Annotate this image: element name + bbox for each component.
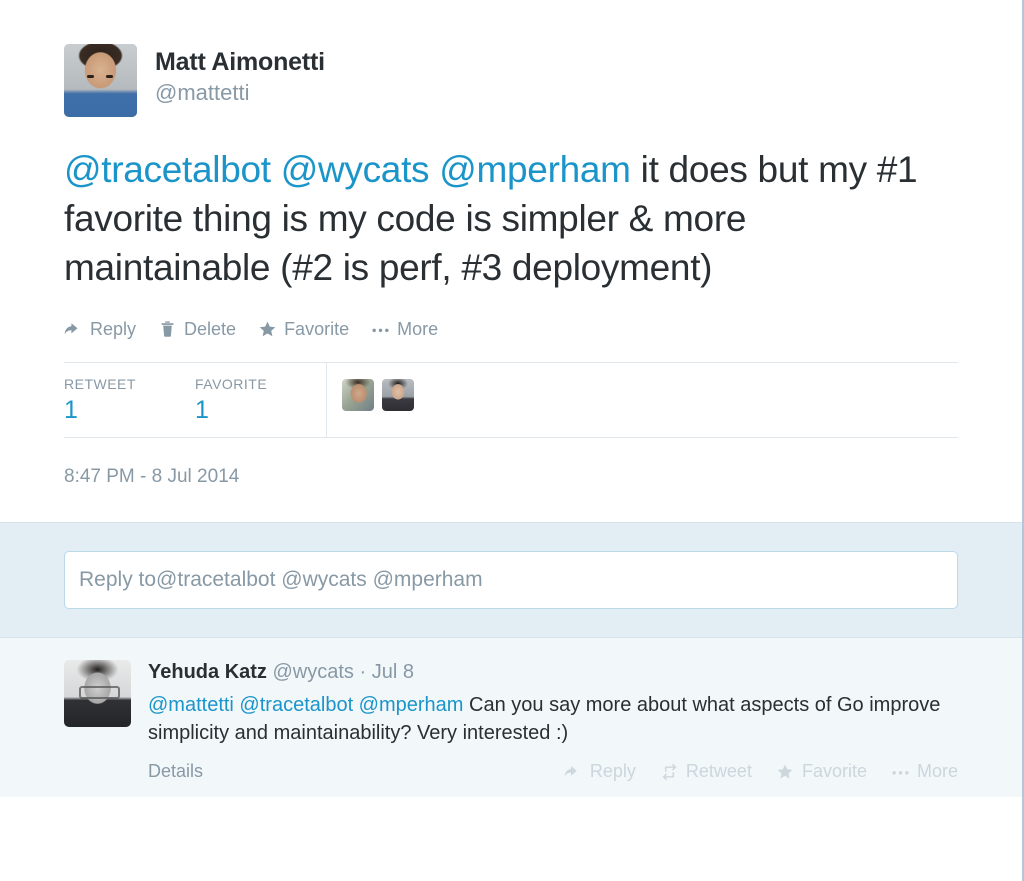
tweet-action-bar: Reply Delete Favorite More xyxy=(64,319,958,340)
reply-tweet-header: Yehuda Katz @wycats · Jul 8 xyxy=(148,660,958,684)
avatar-detail xyxy=(106,75,113,78)
tweet-permalink-page: Matt Aimonetti @mattetti @tracetalbot @w… xyxy=(0,0,1024,881)
ellipsis-icon xyxy=(371,320,390,339)
more-button-label: More xyxy=(397,318,439,339)
reply-input-placeholder-mentions: @tracetalbot @wycats @mperham xyxy=(156,567,483,591)
reply-separator: · xyxy=(353,660,372,683)
reply-input-placeholder-prefix: Reply to xyxy=(79,567,157,591)
star-icon xyxy=(776,762,795,781)
reply-tweet-text: @mattetti @tracetalbot @mperham Can you … xyxy=(148,691,958,748)
reply-composer-band: Reply to @tracetalbot @wycats @mperham xyxy=(0,521,1022,637)
delete-button[interactable]: Delete xyxy=(158,319,236,340)
retweet-stat-label: RETWEET xyxy=(64,375,136,392)
mention-tracetalbot[interactable]: @tracetalbot xyxy=(64,149,271,190)
reply-favorite-label: Favorite xyxy=(801,761,867,782)
reply-author-name[interactable]: Yehuda Katz xyxy=(148,661,267,683)
reply-tweet-body: Yehuda Katz @wycats · Jul 8 @mattetti @t… xyxy=(148,660,958,783)
avatar-matt-aimonetti[interactable] xyxy=(64,44,137,117)
engager-avatar-list xyxy=(326,362,958,437)
reply-mentions[interactable]: @mattetti @tracetalbot @mperham xyxy=(148,694,463,716)
avatar-engager-two[interactable] xyxy=(382,378,414,411)
reply-tweet: Yehuda Katz @wycats · Jul 8 @mattetti @t… xyxy=(0,636,1022,797)
tweet-timestamp[interactable]: 8:47 PM - 8 Jul 2014 xyxy=(64,466,958,522)
delete-button-label: Delete xyxy=(184,318,237,339)
mention-mperham[interactable]: @mperham xyxy=(439,149,631,190)
reply-action-bar: Details Reply Retweet Favorite More xyxy=(148,761,958,782)
favorite-stat[interactable]: FAVORITE 1 xyxy=(195,363,326,437)
mention-wycats[interactable]: @wycats xyxy=(281,149,430,190)
details-link[interactable]: Details xyxy=(148,761,203,782)
reply-date[interactable]: Jul 8 xyxy=(372,661,414,683)
avatar-image xyxy=(64,44,137,117)
reply-arrow-icon xyxy=(564,762,583,781)
avatar-detail xyxy=(79,685,120,699)
reply-more-button[interactable]: More xyxy=(891,761,958,782)
favorite-button-label: Favorite xyxy=(284,318,350,339)
reply-button[interactable]: Reply xyxy=(64,319,136,340)
reply-tweet-row: Yehuda Katz @wycats · Jul 8 @mattetti @t… xyxy=(64,659,958,783)
reply-more-label: More xyxy=(916,761,958,782)
more-button[interactable]: More xyxy=(371,319,438,340)
tweet-space xyxy=(271,149,281,190)
retweet-stat-value: 1 xyxy=(64,395,78,424)
reply-reply-label: Reply xyxy=(589,761,636,782)
reply-button-label: Reply xyxy=(90,318,137,339)
author-names: Matt Aimonetti @mattetti xyxy=(155,44,325,108)
reply-reply-button[interactable]: Reply xyxy=(564,761,636,782)
avatar-yehuda-katz[interactable] xyxy=(64,659,131,727)
favorite-button[interactable]: Favorite xyxy=(258,319,349,340)
reply-arrow-icon xyxy=(64,320,83,339)
reply-retweet-label: Retweet xyxy=(685,761,752,782)
engagement-stats: RETWEET 1 FAVORITE 1 xyxy=(64,361,958,438)
tweet-header: Matt Aimonetti @mattetti xyxy=(64,44,958,117)
reply-retweet-button[interactable]: Retweet xyxy=(660,761,752,782)
reply-favorite-button[interactable]: Favorite xyxy=(776,761,867,782)
main-tweet: Matt Aimonetti @mattetti @tracetalbot @w… xyxy=(0,0,1022,522)
ellipsis-icon xyxy=(891,762,910,781)
author-handle[interactable]: @mattetti xyxy=(155,79,325,108)
reply-input[interactable]: Reply to @tracetalbot @wycats @mperham xyxy=(64,550,958,609)
star-icon xyxy=(258,320,277,339)
tweet-text: @tracetalbot @wycats @mperham it does bu… xyxy=(64,145,958,293)
favorite-stat-value: 1 xyxy=(195,395,209,424)
trash-icon xyxy=(158,320,177,339)
favorite-stat-label: FAVORITE xyxy=(195,375,268,392)
reply-author-handle[interactable]: @wycats xyxy=(272,661,353,683)
avatar-engager-one[interactable] xyxy=(342,378,374,411)
tweet-space xyxy=(429,149,439,190)
retweet-icon xyxy=(660,762,679,781)
author-display-name[interactable]: Matt Aimonetti xyxy=(155,47,325,78)
avatar-detail xyxy=(87,75,94,78)
retweet-stat[interactable]: RETWEET 1 xyxy=(64,363,195,437)
